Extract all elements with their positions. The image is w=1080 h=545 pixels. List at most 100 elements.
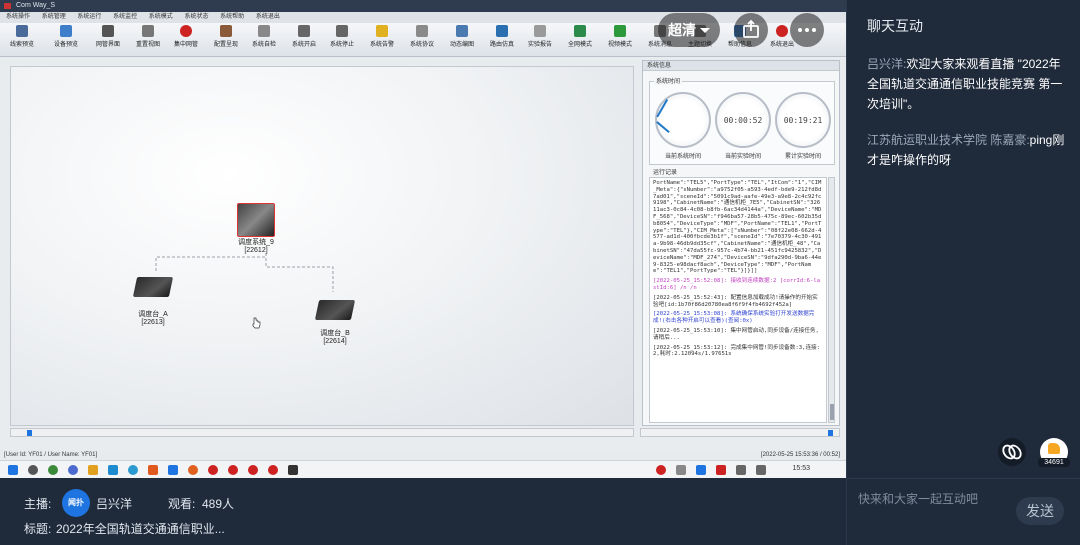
like-button[interactable]: 34691 (1038, 438, 1070, 467)
status-time: [2022-05-25 15:53:36 / 00:52] (760, 452, 840, 458)
app-title-bar: Com Way_S (0, 0, 846, 12)
hand-cursor-icon (252, 317, 261, 329)
toolbar-item: 全网模式 (560, 25, 600, 48)
app-icon (68, 465, 78, 475)
chat-user[interactable]: 江苏航运职业技术学院 陈嘉豪: (867, 133, 1030, 147)
clock-icon (655, 92, 711, 148)
tool-icon (258, 25, 270, 37)
clock-icon: 00:00:52 (715, 92, 771, 148)
viewers-label: 观看: (168, 497, 196, 511)
menu-item: 系统状态 (184, 14, 209, 20)
live-video[interactable]: Com Way_S 系统操作 系统管理 系统运行 系统监控 系统模式 系统状态 … (0, 0, 846, 478)
os-taskbar: 15:53 (0, 460, 846, 478)
app-status-bar: [User Id: YF01 / User Name: YF01] [2022-… (0, 450, 846, 460)
cabinet-icon (237, 203, 275, 237)
topology-links (155, 253, 334, 292)
tool-icon (60, 25, 72, 37)
toolbar-item: 线索预览 (2, 25, 42, 48)
node-dispatch-system[interactable]: 调度系统_9 [22612] (226, 203, 286, 255)
tool-icon (416, 25, 428, 37)
toolbar-item: 系统停止 (322, 25, 362, 48)
log-entry: [2022-05-25_15:53:10]: 集中网管启动,同步设备/连接任务,… (653, 327, 819, 341)
menu-item: 系统帮助 (220, 14, 245, 20)
node-label: 调度台_A (138, 311, 168, 318)
tray-icon (676, 465, 686, 475)
tool-icon (142, 25, 154, 37)
tool-icon (180, 25, 192, 37)
toolbar-item: 系统协议 (402, 25, 442, 48)
send-button[interactable]: 发送 (1016, 497, 1064, 525)
tool-icon (456, 25, 468, 37)
menu-item: 系统模式 (148, 14, 173, 20)
app-icon (48, 465, 58, 475)
panel-header: 系统信息 (643, 61, 839, 71)
toolbar-item: 系统自检 (244, 25, 284, 48)
app-logo-icon (4, 3, 11, 9)
viewer-count: 489人 (202, 497, 235, 511)
app-title: Com Way_S (16, 2, 56, 9)
app-icon (168, 465, 178, 475)
app-icon (268, 465, 278, 475)
console-icon (314, 300, 356, 320)
tool-icon (534, 25, 546, 37)
chevron-down-icon (700, 28, 710, 33)
toolbar-item: 网管界面 (88, 25, 128, 48)
more-options-button[interactable] (790, 13, 824, 47)
node-label: 调度系统_9 (238, 239, 274, 246)
node-id: [22613] (141, 319, 165, 326)
node-id: [22612] (244, 247, 268, 254)
tool-icon (376, 25, 388, 37)
toolbar-item: 视频模式 (600, 25, 640, 48)
run-log: PortName":"TEL5","PortType":"TEL","ItCom… (649, 177, 827, 423)
share-button[interactable] (734, 13, 768, 47)
toolbar-item: 实验报告 (520, 25, 560, 48)
app-icon (148, 465, 158, 475)
quality-label: 超清 (668, 22, 696, 38)
clock-total-experiment: 00:19:21 累计实验时间 (774, 92, 832, 160)
system-time-group: 系统时间 当前系统时间 00:00:52 当前实验时间 00:19:21 累计实… (649, 76, 835, 165)
toolbar-item: 配置呈现 (206, 25, 246, 48)
toolbar-item: 动态编图 (442, 25, 482, 48)
app-icon (228, 465, 238, 475)
title-label: 标题: (24, 522, 52, 536)
browser-icon (128, 465, 138, 475)
quality-selector[interactable]: 超清 (658, 13, 720, 47)
clock-current-experiment: 00:00:52 当前实验时间 (714, 92, 772, 160)
host-label: 主播: (24, 497, 52, 511)
chat-message: 吕兴洋:欢迎大家来观看直播 "2022年全国轨道交通通信职业技能竞赛 第一次培训… (867, 54, 1067, 114)
thumbs-up-icon (1048, 443, 1060, 454)
toolbar-item: 路由仿真 (482, 25, 522, 48)
node-id: [22614] (323, 338, 347, 345)
stream-info-bar: 主播: 闻扑 吕兴洋 观看: 489人 标题: 2022年全国轨道交通通信职业.… (0, 478, 846, 545)
chat-input[interactable]: 快来和大家一起互动吧 (858, 490, 978, 507)
tool-icon (220, 25, 232, 37)
tool-icon (16, 25, 28, 37)
node-console-a[interactable]: 调度台_A [22613] (123, 277, 183, 327)
host-name[interactable]: 吕兴洋 (96, 495, 132, 512)
windows-start-icon (8, 465, 18, 475)
log-entry: [2022-05-25_15:53:08]: 系统确保系统实验打开发送数据完成!… (653, 311, 815, 325)
chat-message: 江苏航运职业技术学院 陈嘉豪:ping刚才是咋操作的呀 (867, 130, 1067, 170)
tool-icon (614, 25, 626, 37)
toolbar-item: 设备预览 (46, 25, 86, 48)
chat-user[interactable]: 吕兴洋: (867, 57, 906, 71)
tool-icon (102, 25, 114, 37)
menu-item: 系统退出 (255, 14, 280, 20)
panel-hscrollbar (640, 428, 840, 437)
host-avatar[interactable]: 闻扑 (62, 489, 90, 517)
stream-title: 2022年全国轨道交通通信职业... (56, 522, 225, 536)
node-label: 调度台_B (320, 330, 350, 337)
chat-title: 聊天互动 (867, 18, 923, 34)
app-icon (108, 465, 118, 475)
tray-icon (736, 465, 746, 475)
link-button[interactable] (998, 438, 1026, 466)
tray-icon (716, 465, 726, 475)
tray-icon (696, 465, 706, 475)
app-icon (188, 465, 198, 475)
node-console-b[interactable]: 调度台_B [22614] (305, 300, 365, 346)
canvas-hscrollbar (10, 428, 634, 437)
tool-icon (298, 25, 310, 37)
tool-icon (574, 25, 586, 37)
status-user: [User Id: YF01 / User Name: YF01] (4, 452, 98, 458)
scroll-thumb (828, 430, 833, 436)
